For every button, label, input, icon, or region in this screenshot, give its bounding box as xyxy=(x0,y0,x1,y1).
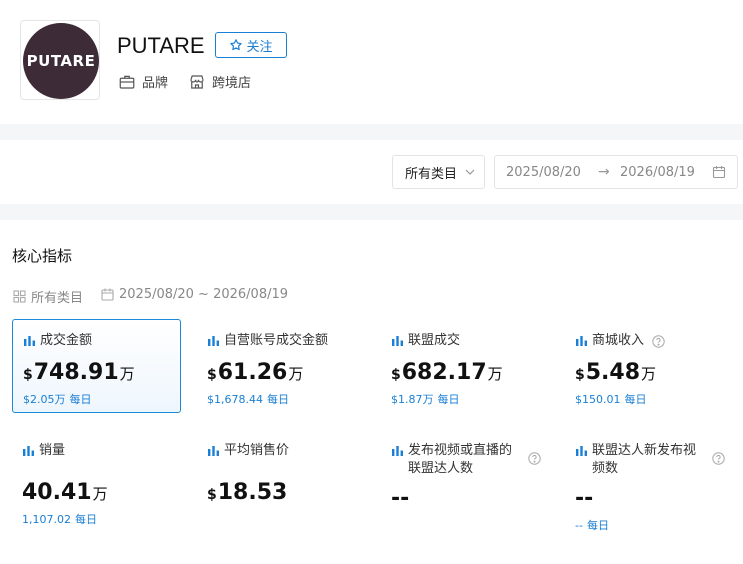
tag-store-label: 跨境店 xyxy=(212,76,252,91)
follow-button[interactable]: 关注 xyxy=(215,32,287,58)
metric-card-sales-volume[interactable]: 销量 40.41 万 1,107.02 每日 xyxy=(12,430,181,527)
metric-label: 自营账号成交金额 xyxy=(224,333,329,348)
filter-bar: 所有类目 2025/08/20 → 2026/08/19 xyxy=(0,140,743,204)
bar-chart-icon xyxy=(392,446,403,456)
grid-icon xyxy=(13,290,26,303)
metric-value: 40.41 万 xyxy=(22,480,108,505)
metric-value: $682.17 万 xyxy=(391,360,503,385)
metric-card-gmv[interactable]: 成交金额 $748.91 万 $2.05万 每日 xyxy=(12,319,181,413)
bar-chart-icon xyxy=(576,336,587,346)
meta-category: 所有类目 xyxy=(13,287,83,306)
metric-card-mall-revenue[interactable]: 商城收入 $5.48 万 $150.01 每日 xyxy=(565,320,734,407)
tag-brand-label: 品牌 xyxy=(142,76,169,91)
help-icon[interactable] xyxy=(712,452,725,465)
bar-chart-icon xyxy=(23,446,34,456)
metric-card-self-account-gmv[interactable]: 自营账号成交金额 $61.26 万 $1,678.44 每日 xyxy=(197,320,366,407)
section-title: 核心指标 xyxy=(12,247,73,265)
category-select[interactable]: 所有类目 xyxy=(392,155,485,189)
metric-daily: $1,678.44 每日 xyxy=(207,393,289,406)
metric-label: 商城收入 xyxy=(592,333,645,348)
bar-chart-icon xyxy=(392,336,403,346)
brand-header: PUTARE PUTARE 关注 品牌 跨境店 xyxy=(0,0,743,124)
metric-label: 发布视频或直播的联盟达人数 xyxy=(408,443,513,476)
date-range-arrow: → xyxy=(598,164,610,180)
star-icon xyxy=(230,39,243,51)
date-range-picker[interactable]: 2025/08/20 → 2026/08/19 xyxy=(494,155,738,189)
metric-value: $61.26 万 xyxy=(207,360,304,385)
metric-card-posting-creators[interactable]: 发布视频或直播的联盟达人数 -- xyxy=(381,430,551,511)
metric-label: 联盟成交 xyxy=(408,333,461,348)
brand-logo-circle: PUTARE xyxy=(23,23,99,99)
calendar-icon xyxy=(712,166,726,179)
store-icon xyxy=(190,74,204,89)
bar-chart-icon xyxy=(208,446,219,456)
metric-label: 成交金额 xyxy=(40,333,93,348)
date-end[interactable]: 2026/08/19 xyxy=(620,165,695,180)
meta-date-label: 2025/08/20 ~ 2026/08/19 xyxy=(119,287,289,302)
metric-value: -- xyxy=(575,486,594,511)
category-select-value: 所有类目 xyxy=(405,166,458,182)
meta-date: 2025/08/20 ~ 2026/08/19 xyxy=(101,287,288,302)
metric-label: 平均销售价 xyxy=(224,443,290,458)
metric-daily: -- 每日 xyxy=(575,519,609,532)
tag-brand: 品牌 xyxy=(118,72,168,91)
follow-label: 关注 xyxy=(246,39,273,55)
core-metrics-panel: 核心指标 所有类目 2025/08/20 ~ 2026/08/19 成交金额 $… xyxy=(0,220,743,564)
metric-label: 销量 xyxy=(39,443,66,458)
tag-crossborder-store: 跨境店 xyxy=(188,72,251,91)
metric-value: -- xyxy=(391,486,410,511)
brand-logo: PUTARE xyxy=(20,20,100,100)
metric-daily: $1.87万 每日 xyxy=(391,393,460,406)
chevron-down-icon xyxy=(465,169,475,175)
section-divider-2 xyxy=(0,204,743,220)
section-divider xyxy=(0,124,743,140)
metric-card-new-videos[interactable]: 联盟达人新发布视频数 -- -- 每日 xyxy=(565,430,735,533)
metric-daily: $150.01 每日 xyxy=(575,393,647,406)
bar-chart-icon xyxy=(208,336,219,346)
help-icon[interactable] xyxy=(528,452,541,465)
brand-logo-text: PUTARE xyxy=(26,52,96,70)
bar-chart-icon xyxy=(24,336,35,346)
metric-label: 联盟达人新发布视频数 xyxy=(592,443,697,476)
metric-value: $748.91 万 xyxy=(23,360,135,385)
date-start[interactable]: 2025/08/20 xyxy=(506,165,581,180)
metric-daily: 1,107.02 每日 xyxy=(22,513,97,526)
brand-name: PUTARE xyxy=(117,33,205,58)
metric-value: $5.48 万 xyxy=(575,360,657,385)
bar-chart-icon xyxy=(576,446,587,456)
metric-value: $18.53 xyxy=(207,480,288,505)
help-icon[interactable] xyxy=(652,335,665,348)
briefcase-icon xyxy=(119,75,135,89)
metric-card-affiliate-gmv[interactable]: 联盟成交 $682.17 万 $1.87万 每日 xyxy=(381,320,550,407)
meta-category-label: 所有类目 xyxy=(31,291,84,306)
metric-daily: $2.05万 每日 xyxy=(23,393,92,406)
calendar-icon xyxy=(101,288,114,301)
metric-card-avg-price[interactable]: 平均销售价 $18.53 xyxy=(197,430,366,505)
